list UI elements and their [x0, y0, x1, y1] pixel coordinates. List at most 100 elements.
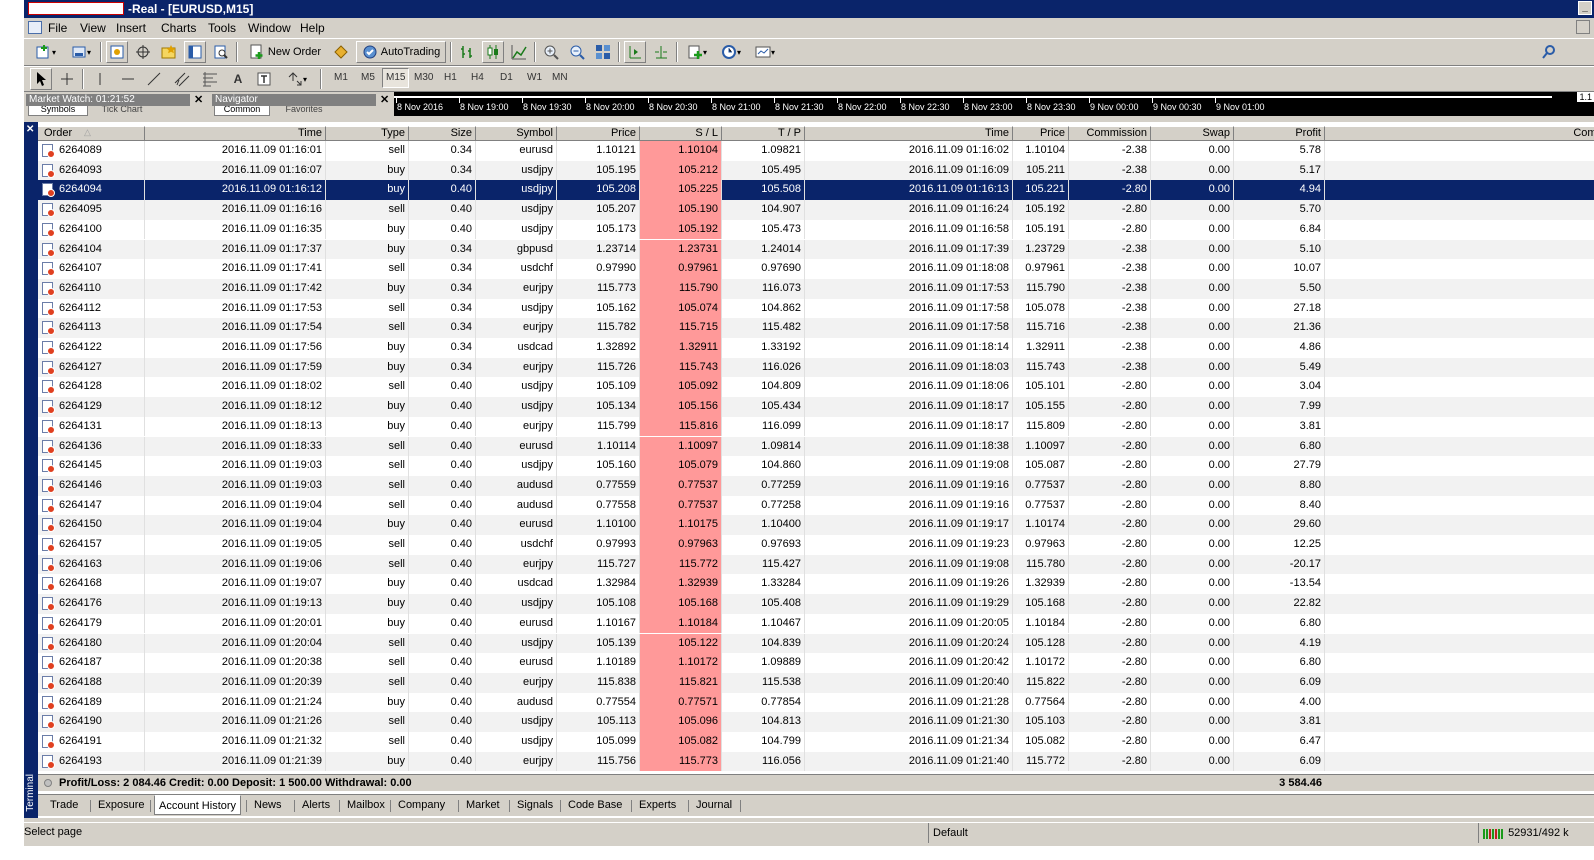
metaeditor-button[interactable] [330, 41, 352, 63]
column-header-tp[interactable]: T / P [722, 126, 805, 141]
bar-chart-button[interactable] [456, 41, 478, 63]
period-m5[interactable]: M5 [361, 72, 375, 83]
cursor-tool[interactable] [30, 68, 52, 90]
terminal-close-icon[interactable]: ✕ [26, 124, 34, 135]
table-row[interactable]: 6264094 2016.11.09 01:16:12 buy 0.40 usdjpy 1… [38, 180, 1594, 201]
column-header-swap[interactable]: Swap [1151, 126, 1234, 141]
document-icon[interactable] [28, 21, 42, 34]
table-row[interactable]: 6264191 2016.11.09 01:21:32 sell 0.40 usdjpy… [38, 732, 1594, 752]
column-header-commission[interactable]: Commission [1069, 126, 1151, 141]
table-row[interactable]: 6264193 2016.11.09 01:21:39 buy 0.40 eurjpy 1… [38, 751, 1594, 772]
templates-button[interactable]: ▾ [750, 41, 780, 63]
trendline-tool[interactable] [144, 68, 164, 90]
zoom-in-button[interactable] [540, 41, 562, 63]
menu-tools[interactable]: Tools [208, 21, 236, 35]
table-row[interactable]: 6264150 2016.11.09 01:19:04 buy 0.40 eurusd 1… [38, 515, 1594, 535]
menu-file[interactable]: File [48, 21, 67, 35]
market-watch-button[interactable] [106, 41, 128, 63]
text-tool[interactable]: A [228, 68, 248, 90]
column-header-size[interactable]: Size [409, 126, 476, 141]
menu-window[interactable]: Window [248, 21, 291, 35]
tab-signals[interactable]: Signals [513, 798, 557, 812]
column-header-type[interactable]: Type [326, 126, 409, 141]
table-row[interactable]: 6264179 2016.11.09 01:20:01 buy 0.40 eurusd 1… [38, 613, 1594, 634]
table-row[interactable]: 6264157 2016.11.09 01:19:05 sell 0.40 usdchf… [38, 535, 1594, 555]
tab-account-history[interactable]: Account History [154, 795, 242, 815]
column-header-sl[interactable]: S / L [640, 126, 722, 141]
table-row[interactable]: 6264180 2016.11.09 01:20:04 sell 0.40 usdjpy… [38, 633, 1594, 654]
table-row[interactable]: 6264095 2016.11.09 01:16:16 sell 0.40 usdjpy… [38, 200, 1594, 220]
period-m30[interactable]: M30 [414, 72, 433, 83]
table-row[interactable]: 6264113 2016.11.09 01:17:54 sell 0.34 eurjpy… [38, 318, 1594, 338]
text-label-tool[interactable] [254, 68, 274, 90]
table-row[interactable]: 6264189 2016.11.09 01:21:24 buy 0.40 audusd 0… [38, 692, 1594, 713]
menu-view[interactable]: View [80, 21, 106, 35]
table-row[interactable]: 6264131 2016.11.09 01:18:13 buy 0.40 eurjpy 1… [38, 416, 1594, 437]
table-row[interactable]: 6264112 2016.11.09 01:17:53 sell 0.34 usdjpy… [38, 298, 1594, 319]
tab-company[interactable]: Company [394, 798, 449, 812]
table-row[interactable]: 6264136 2016.11.09 01:18:33 sell 0.40 eurusd… [38, 436, 1594, 457]
period-h1[interactable]: H1 [444, 72, 457, 83]
autotrading-button[interactable]: AutoTrading [356, 41, 446, 63]
tile-windows-button[interactable] [592, 41, 614, 63]
vertical-line-tool[interactable] [90, 68, 110, 90]
period-d1[interactable]: D1 [500, 72, 513, 83]
table-row[interactable]: 6264168 2016.11.09 01:19:07 buy 0.40 usdcad 1… [38, 574, 1594, 595]
arrows-tool[interactable]: ▾ [280, 68, 314, 90]
tab-trade[interactable]: Trade [46, 798, 82, 812]
channel-tool[interactable] [170, 68, 194, 90]
column-header-order[interactable]: Order [38, 126, 145, 141]
column-header-close-price[interactable]: Price [1013, 126, 1069, 141]
zoom-out-button[interactable] [566, 41, 588, 63]
table-row[interactable]: 6264129 2016.11.09 01:18:12 buy 0.40 usdjpy 1… [38, 397, 1594, 417]
restore-icon[interactable] [1576, 20, 1590, 34]
column-header-symbol[interactable]: Symbol [476, 126, 557, 141]
tab-symbols[interactable]: Symbols [28, 106, 88, 116]
table-row[interactable]: 6264100 2016.11.09 01:16:35 buy 0.40 usdjpy 1… [38, 219, 1594, 240]
tab-market[interactable]: Market [462, 798, 504, 812]
menu-insert[interactable]: Insert [116, 21, 146, 35]
chart-shift-button[interactable] [624, 41, 646, 63]
horizontal-line-tool[interactable] [118, 68, 138, 90]
table-row[interactable]: 6264190 2016.11.09 01:21:26 sell 0.40 usdjpy… [38, 712, 1594, 732]
tab-code-base[interactable]: Code Base [564, 798, 626, 812]
table-row[interactable]: 6264093 2016.11.09 01:16:07 buy 0.34 usdjpy 1… [38, 160, 1594, 181]
tab-alerts[interactable]: Alerts [298, 798, 334, 812]
table-row[interactable]: 6264127 2016.11.09 01:17:59 buy 0.34 eurjpy 1… [38, 357, 1594, 378]
table-row[interactable]: 6264089 2016.11.09 01:16:01 sell 0.34 eurusd… [38, 141, 1594, 161]
period-m1[interactable]: M1 [334, 72, 348, 83]
search-button[interactable] [1538, 41, 1560, 63]
fibonacci-tool[interactable] [198, 68, 222, 90]
candlestick-button[interactable] [482, 41, 504, 63]
autoscroll-button[interactable] [650, 41, 672, 63]
data-window-button[interactable] [132, 41, 154, 63]
tab-favorites[interactable]: Favorites [274, 106, 334, 116]
table-row[interactable]: 6264147 2016.11.09 01:19:04 sell 0.40 audusd… [38, 495, 1594, 516]
table-row[interactable]: 6264163 2016.11.09 01:19:06 sell 0.40 eurjpy… [38, 554, 1594, 575]
period-h4[interactable]: H4 [471, 72, 484, 83]
terminal-button[interactable] [184, 41, 206, 63]
column-header-close-time[interactable]: Time [805, 126, 1013, 141]
minimize-button[interactable]: _ [1578, 1, 1592, 15]
table-row[interactable]: 6264122 2016.11.09 01:17:56 buy 0.34 usdcad 1… [38, 338, 1594, 358]
tab-journal[interactable]: Journal [692, 798, 736, 812]
crosshair-tool[interactable] [56, 68, 78, 90]
navigator-close-icon[interactable]: ✕ [380, 93, 389, 106]
column-header-price[interactable]: Price [557, 126, 640, 141]
column-header-profit[interactable]: Profit [1234, 126, 1325, 141]
market-watch-close-icon[interactable]: ✕ [194, 93, 203, 106]
tab-news[interactable]: News [250, 798, 286, 812]
indicators-button[interactable]: ▾ [682, 41, 712, 63]
table-row[interactable]: 6264146 2016.11.09 01:19:03 sell 0.40 audusd… [38, 475, 1594, 496]
menu-help[interactable]: Help [300, 21, 325, 35]
tab-exposure[interactable]: Exposure [94, 798, 148, 812]
table-row[interactable]: 6264128 2016.11.09 01:18:02 sell 0.40 usdjpy… [38, 377, 1594, 398]
table-row[interactable]: 6264188 2016.11.09 01:20:39 sell 0.40 eurjpy… [38, 672, 1594, 693]
new-chart-button[interactable]: ▾ [30, 41, 62, 63]
table-row[interactable]: 6264187 2016.11.09 01:20:38 sell 0.40 eurusd… [38, 653, 1594, 673]
table-row[interactable]: 6264145 2016.11.09 01:19:03 sell 0.40 usdjpy… [38, 456, 1594, 476]
periods-button[interactable]: ▾ [716, 41, 746, 63]
column-header-time[interactable]: Time [145, 126, 326, 141]
table-row[interactable]: 6264107 2016.11.09 01:17:41 sell 0.34 usdchf… [38, 259, 1594, 279]
table-row[interactable]: 6264110 2016.11.09 01:17:42 buy 0.34 eurjpy 1… [38, 278, 1594, 299]
